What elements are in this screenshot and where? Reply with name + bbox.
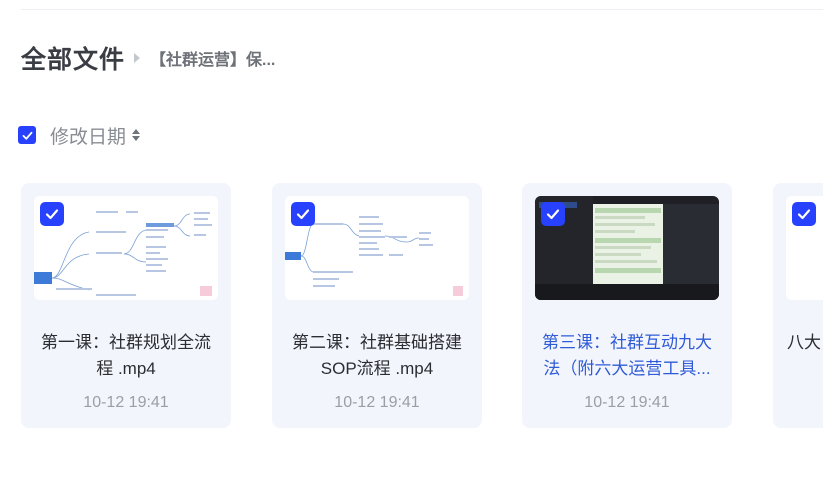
file-modified-date: 10-12 19:41 [584, 394, 670, 411]
file-select-checkbox[interactable] [40, 202, 64, 226]
file-select-checkbox[interactable] [541, 202, 565, 226]
select-all-checkbox[interactable] [18, 126, 36, 144]
checkmark-icon [296, 209, 310, 220]
file-card[interactable]: 八大 [773, 183, 823, 428]
file-name[interactable]: 第二课：社群基础搭建SOP流程 .mp4 [284, 330, 470, 382]
sort-bar: 修改日期 [18, 122, 141, 149]
breadcrumb-caret-icon [134, 53, 141, 63]
file-card-partial-clip: 八大 [773, 183, 823, 428]
sort-by-modified-date[interactable]: 修改日期 [50, 122, 126, 149]
checkmark-icon [797, 209, 811, 220]
file-name[interactable]: 第一课：社群规划全流程 .mp4 [33, 330, 219, 382]
checkmark-icon [546, 209, 560, 220]
file-modified-date: 10-12 19:41 [83, 394, 169, 411]
file-name[interactable]: 八大 [787, 330, 821, 356]
file-select-checkbox[interactable] [792, 202, 816, 226]
file-name[interactable]: 第三课：社群互动九大法（附六大运营工具... [534, 330, 720, 382]
breadcrumb-root[interactable]: 全部文件 [21, 40, 125, 76]
breadcrumb: 全部文件 【社群运营】保... [21, 40, 275, 76]
sort-arrows-icon[interactable] [132, 129, 141, 141]
file-grid: 第一课：社群规划全流程 .mp4 10-12 19:41 第二课：社群基础搭建S… [21, 183, 823, 428]
file-select-checkbox[interactable] [291, 202, 315, 226]
breadcrumb-current[interactable]: 【社群运营】保... [150, 46, 275, 70]
file-card[interactable]: 第一课：社群规划全流程 .mp4 10-12 19:41 [21, 183, 231, 428]
checkmark-icon [22, 131, 32, 140]
file-card[interactable]: 第三课：社群互动九大法（附六大运营工具... 10-12 19:41 [522, 183, 732, 428]
top-divider [21, 9, 823, 10]
checkmark-icon [45, 209, 59, 220]
file-modified-date: 10-12 19:41 [334, 394, 420, 411]
file-card[interactable]: 第二课：社群基础搭建SOP流程 .mp4 10-12 19:41 [272, 183, 482, 428]
